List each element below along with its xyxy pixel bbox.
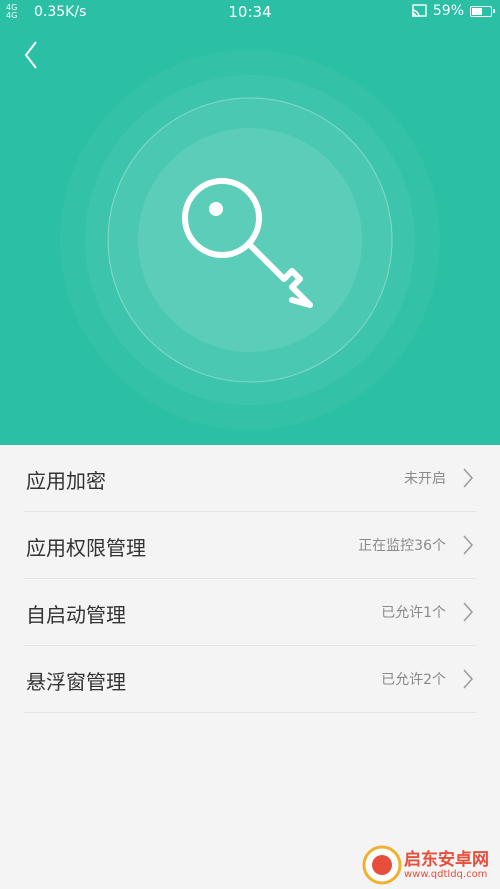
chevron-right-icon (463, 468, 474, 488)
watermark-name: 启东安卓网 (404, 850, 489, 870)
menu-item-label: 应用加密 (26, 469, 106, 493)
menu-item-status: 已允许2个 (381, 672, 446, 688)
menu-item-app-permissions[interactable]: 应用权限管理 正在监控36个 (24, 512, 476, 579)
watermark-url: www.qdtldq.com (404, 869, 488, 880)
settings-list: 应用加密 未开启 应用权限管理 正在监控36个 自启动管理 已允许1个 悬浮窗管… (0, 445, 500, 713)
chevron-right-icon (463, 669, 474, 689)
menu-item-app-encryption[interactable]: 应用加密 未开启 (24, 445, 476, 512)
chevron-right-icon (463, 535, 474, 555)
chevron-right-icon (463, 602, 474, 622)
menu-item-autostart[interactable]: 自启动管理 已允许1个 (24, 579, 476, 646)
menu-item-status: 已允许1个 (381, 605, 446, 621)
header-banner: 4G 4G 0.35K/s 10:34 59% (0, 0, 500, 445)
watermark-badge-icon (362, 845, 402, 885)
menu-item-label: 应用权限管理 (26, 536, 146, 560)
menu-item-status: 正在监控36个 (358, 538, 446, 554)
menu-item-floating-window[interactable]: 悬浮窗管理 已允许2个 (24, 646, 476, 713)
key-illustration (60, 50, 440, 430)
watermark-logo: 启东安卓网 www.qdtldq.com (360, 839, 500, 889)
menu-item-label: 自启动管理 (26, 603, 126, 627)
menu-item-status: 未开启 (404, 471, 446, 487)
menu-item-label: 悬浮窗管理 (26, 670, 126, 694)
